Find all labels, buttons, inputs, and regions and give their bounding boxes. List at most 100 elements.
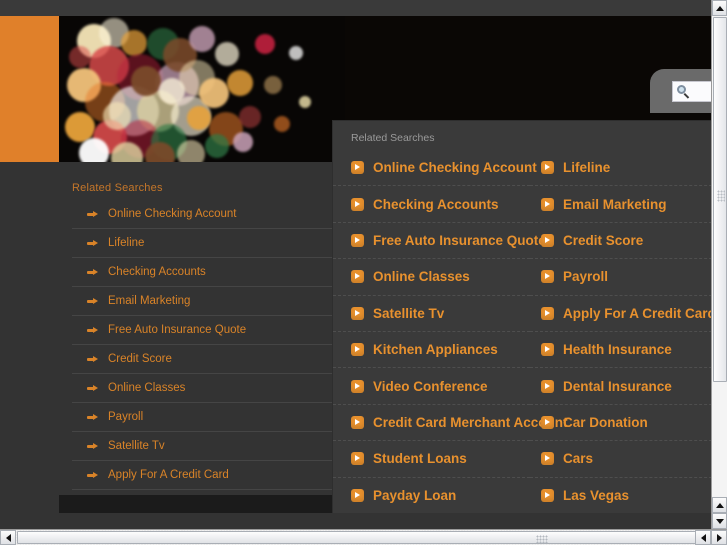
- chevron-right-icon: [351, 233, 364, 247]
- vertical-scrollbar[interactable]: [711, 0, 727, 529]
- search-panel: [650, 69, 711, 113]
- list-item[interactable]: Satellite Tv: [72, 432, 332, 461]
- list-item[interactable]: Free Auto Insurance Quote: [333, 223, 546, 260]
- scroll-up-button-secondary[interactable]: [712, 497, 727, 513]
- list-item[interactable]: Student Loans: [333, 441, 530, 478]
- sidebar-item-link[interactable]: Online Classes: [108, 382, 185, 394]
- chevron-right-icon: [716, 533, 722, 542]
- list-item[interactable]: Lifeline: [530, 150, 711, 187]
- list-item[interactable]: Online Checking Account: [72, 200, 332, 229]
- arrow-bullet-icon: [87, 471, 99, 479]
- search-input[interactable]: [694, 85, 711, 98]
- chevron-right-icon: [541, 197, 554, 211]
- chevron-down-icon: [715, 518, 724, 524]
- popup-item-link[interactable]: Cars: [563, 451, 593, 466]
- list-item[interactable]: Payday Loan: [333, 478, 530, 513]
- popup-item-link[interactable]: Student Loans: [373, 451, 467, 466]
- popup-item-link[interactable]: Satellite Tv: [373, 306, 444, 321]
- popup-item-link[interactable]: Online Classes: [373, 269, 470, 284]
- list-item[interactable]: Email Marketing: [72, 287, 332, 316]
- popup-item-link[interactable]: Apply For A Credit Card: [563, 306, 711, 321]
- list-item[interactable]: Video Conference: [333, 368, 530, 405]
- sidebar-item-link[interactable]: Apply For A Credit Card: [108, 469, 229, 481]
- popup-item-link[interactable]: Video Conference: [373, 379, 488, 394]
- arrow-bullet-icon: [87, 442, 99, 450]
- sidebar-item-link[interactable]: Credit Score: [108, 353, 172, 365]
- list-item[interactable]: Checking Accounts: [72, 258, 332, 287]
- chevron-right-icon: [541, 488, 554, 502]
- list-item[interactable]: Online Checking Account: [333, 150, 537, 187]
- sidebar-item-link[interactable]: Email Marketing: [108, 295, 190, 307]
- search-box[interactable]: [672, 81, 711, 102]
- popup-item-link[interactable]: Lifeline: [563, 160, 610, 175]
- arrow-bullet-icon: [87, 297, 99, 305]
- grip-icon: [536, 535, 548, 543]
- sidebar-item-link[interactable]: Online Checking Account: [108, 208, 237, 220]
- popup-item-link[interactable]: Dental Insurance: [563, 379, 672, 394]
- popup-item-link[interactable]: Credit Score: [563, 233, 643, 248]
- popup-item-link[interactable]: Payroll: [563, 269, 608, 284]
- popup-item-link[interactable]: Kitchen Appliances: [373, 342, 498, 357]
- arrow-bullet-icon: [87, 210, 99, 218]
- scroll-left-button[interactable]: [0, 530, 16, 545]
- chevron-right-icon: [351, 270, 364, 284]
- sidebar-item-link[interactable]: Free Auto Insurance Quote: [108, 324, 246, 336]
- bokeh-lights-image: [59, 16, 345, 162]
- scroll-left-button-secondary[interactable]: [695, 530, 711, 545]
- arrow-bullet-icon: [87, 413, 99, 421]
- chevron-right-icon: [541, 233, 554, 247]
- popup-item-link[interactable]: Health Insurance: [563, 342, 672, 357]
- related-searches-popup: Related Searches Online Checking Account…: [333, 121, 711, 513]
- list-item[interactable]: Credit Score: [72, 345, 332, 374]
- browser-window: Related Searches Online Checking Account…: [0, 0, 727, 545]
- list-item[interactable]: Las Vegas: [530, 478, 711, 513]
- popup-item-link[interactable]: Car Donation: [563, 415, 648, 430]
- popup-title: Related Searches: [351, 132, 435, 144]
- hero-orange-block: [0, 16, 59, 162]
- list-item[interactable]: Cars: [530, 441, 711, 478]
- list-item[interactable]: Apply For A Credit Card: [530, 296, 711, 332]
- sidebar-related-searches: Related Searches Online Checking Account…: [59, 162, 345, 490]
- chevron-right-icon: [351, 452, 364, 466]
- sidebar-item-link[interactable]: Lifeline: [108, 237, 144, 249]
- chevron-right-icon: [541, 379, 554, 393]
- popup-left-list: Online Checking Account Checking Accounts…: [333, 150, 568, 513]
- horizontal-scrollbar[interactable]: [0, 529, 727, 545]
- popup-item-link[interactable]: Payday Loan: [373, 488, 456, 503]
- sidebar-item-link[interactable]: Payroll: [108, 411, 143, 423]
- chevron-right-icon: [351, 161, 364, 175]
- list-item[interactable]: Kitchen Appliances: [333, 332, 530, 369]
- scroll-down-button[interactable]: [712, 513, 727, 529]
- sidebar-item-link[interactable]: Satellite Tv: [108, 440, 165, 452]
- popup-item-link[interactable]: Checking Accounts: [373, 197, 499, 212]
- list-item[interactable]: Payroll: [530, 259, 711, 296]
- vertical-scroll-thumb[interactable]: [713, 17, 727, 382]
- list-item[interactable]: Online Classes: [333, 259, 530, 296]
- list-item[interactable]: Credit Card Merchant Account: [333, 405, 568, 442]
- scroll-right-button[interactable]: [711, 530, 727, 545]
- popup-item-link[interactable]: Email Marketing: [563, 197, 667, 212]
- chevron-left-icon: [5, 533, 11, 542]
- chevron-right-icon: [541, 415, 554, 429]
- scroll-up-button[interactable]: [712, 0, 727, 16]
- chevron-right-icon: [351, 379, 364, 393]
- list-item[interactable]: Apply For A Credit Card: [72, 461, 332, 490]
- popup-item-link[interactable]: Las Vegas: [563, 488, 629, 503]
- list-item[interactable]: Dental Insurance: [530, 368, 711, 405]
- list-item[interactable]: Online Classes: [72, 374, 332, 403]
- list-item[interactable]: Car Donation: [530, 405, 711, 442]
- popup-item-link[interactable]: Online Checking Account: [373, 160, 537, 175]
- chevron-right-icon: [351, 197, 364, 211]
- horizontal-scroll-thumb[interactable]: [17, 531, 727, 544]
- list-item[interactable]: Payroll: [72, 403, 332, 432]
- sidebar-item-link[interactable]: Checking Accounts: [108, 266, 206, 278]
- arrow-bullet-icon: [87, 384, 99, 392]
- list-item[interactable]: Health Insurance: [530, 332, 711, 369]
- list-item[interactable]: Credit Score: [530, 223, 711, 260]
- list-item[interactable]: Checking Accounts: [333, 186, 530, 223]
- list-item[interactable]: Free Auto Insurance Quote: [72, 316, 332, 345]
- list-item[interactable]: Satellite Tv: [333, 296, 530, 332]
- list-item[interactable]: Email Marketing: [530, 186, 711, 223]
- popup-item-link[interactable]: Free Auto Insurance Quote: [373, 233, 546, 248]
- list-item[interactable]: Lifeline: [72, 229, 332, 258]
